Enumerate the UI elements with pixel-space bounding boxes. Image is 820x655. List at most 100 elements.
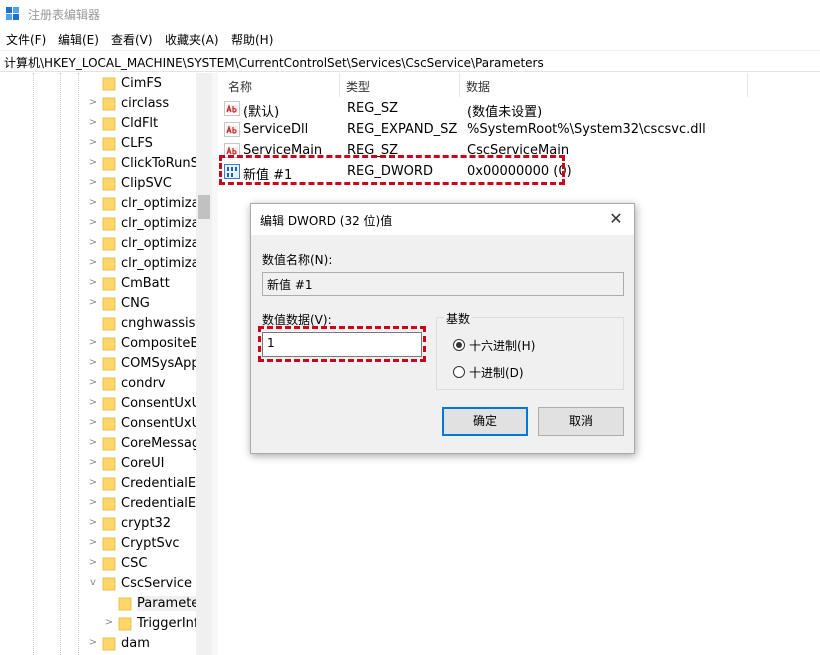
tree-item[interactable]: > COMSysApp — [0, 354, 200, 374]
column-separator[interactable] — [747, 73, 748, 97]
tree-item[interactable]: > ConsentUxUs — [0, 414, 208, 434]
tree-item[interactable]: cnghwassist — [0, 314, 201, 334]
tree-item[interactable]: > dam — [0, 634, 200, 654]
tree-item[interactable]: > clr_optimizati — [0, 234, 209, 254]
expand-chevron-icon[interactable]: > — [88, 118, 98, 128]
cancel-button[interactable]: 取消 — [538, 407, 624, 436]
tree-item-label[interactable]: ConsentUxUs — [121, 416, 208, 431]
tree-item[interactable]: v CscService — [0, 574, 200, 594]
tree-item-label[interactable]: CoreMessag — [121, 436, 200, 451]
menu-help[interactable]: 帮助(H) — [231, 31, 273, 48]
tree-item[interactable]: > CoreMessag — [0, 434, 200, 454]
hex-radio[interactable] — [453, 339, 465, 351]
decimal-radio-label[interactable]: 十进制(D) — [469, 364, 524, 381]
tree-item-label[interactable]: ClickToRunSv — [121, 156, 207, 171]
tree-item-label[interactable]: condrv — [121, 376, 166, 391]
expand-chevron-icon[interactable]: > — [104, 618, 114, 628]
tree-item[interactable]: > clr_optimizati — [0, 254, 209, 274]
tree-item-label[interactable]: CompositeBu — [121, 336, 208, 351]
tree-item[interactable]: CimFS — [0, 74, 200, 94]
tree-item[interactable]: > clr_optimizati — [0, 194, 209, 214]
tree-item[interactable]: > CmBatt — [0, 274, 200, 294]
tree-item[interactable]: > CLFS — [0, 134, 200, 154]
expand-chevron-icon[interactable]: > — [88, 418, 98, 428]
hex-radio-label[interactable]: 十六进制(H) — [469, 337, 535, 354]
tree-item-label[interactable]: crypt32 — [121, 516, 171, 531]
tree-item[interactable]: > CredentialEn — [0, 474, 205, 494]
tree-item-label[interactable]: cnghwassist — [121, 316, 201, 331]
expand-chevron-icon[interactable]: > — [88, 458, 98, 468]
key-tree-pane[interactable]: CimFS > circlass > CldFlt > CLFS > ClickToRunSv >… — [0, 73, 212, 655]
tree-item-label[interactable]: dam — [121, 636, 150, 651]
tree-scrollbar-thumb[interactable] — [198, 195, 210, 219]
decimal-radio[interactable] — [453, 366, 465, 378]
tree-item[interactable]: > TriggerInf — [0, 614, 200, 634]
tree-item[interactable]: > CoreUI — [0, 454, 200, 474]
expand-chevron-icon[interactable]: > — [88, 178, 98, 188]
tree-item-label[interactable]: CredentialEn — [121, 496, 204, 511]
expand-chevron-icon[interactable]: > — [88, 158, 98, 168]
expand-chevron-icon[interactable]: > — [88, 498, 98, 508]
value-row[interactable]: (默认) REG_SZ (数值未设置) — [218, 98, 820, 120]
expand-chevron-icon[interactable]: > — [88, 238, 98, 248]
tree-item[interactable]: > circlass — [0, 94, 200, 114]
column-type[interactable]: 类型 — [346, 78, 370, 95]
expand-chevron-icon[interactable]: > — [88, 638, 98, 648]
tree-item[interactable]: > clr_optimizati — [0, 214, 209, 234]
ok-button[interactable]: 确定 — [442, 407, 528, 436]
tree-item-label[interactable]: CoreUI — [121, 456, 164, 471]
tree-item-label[interactable]: CLFS — [121, 136, 153, 151]
tree-item-label[interactable]: CSC — [121, 556, 147, 571]
tree-item[interactable]: > CryptSvc — [0, 534, 200, 554]
tree-item[interactable]: > CompositeBu — [0, 334, 208, 354]
tree-item[interactable]: > CldFlt — [0, 114, 200, 134]
expand-chevron-icon[interactable]: > — [88, 338, 98, 348]
tree-item-label[interactable]: TriggerInf — [137, 616, 198, 631]
tree-item-label[interactable]: CldFlt — [121, 116, 158, 131]
expand-chevron-icon[interactable]: > — [88, 298, 98, 308]
tree-item-label[interactable]: Parameter — [137, 596, 205, 611]
column-name[interactable]: 名称 — [228, 78, 252, 95]
expand-chevron-icon[interactable]: > — [88, 378, 98, 388]
tree-item-label[interactable]: COMSysApp — [121, 356, 200, 371]
expand-chevron-icon[interactable]: > — [88, 398, 98, 408]
tree-item[interactable]: > ClickToRunSv — [0, 154, 207, 174]
column-data[interactable]: 数据 — [466, 78, 490, 95]
tree-item-label[interactable]: circlass — [121, 96, 169, 111]
expand-chevron-icon[interactable]: > — [88, 138, 98, 148]
expand-chevron-icon[interactable]: > — [88, 478, 98, 488]
tree-item[interactable]: > condrv — [0, 374, 200, 394]
column-separator[interactable] — [339, 73, 340, 97]
expand-chevron-icon[interactable]: > — [88, 438, 98, 448]
column-separator[interactable] — [459, 73, 460, 97]
menu-file[interactable]: 文件(F) — [6, 31, 46, 48]
tree-item[interactable]: Parameter — [0, 594, 205, 614]
tree-item-label[interactable]: ClipSVC — [121, 176, 172, 191]
close-icon[interactable]: ✕ — [606, 209, 626, 229]
expand-chevron-icon[interactable]: > — [88, 258, 98, 268]
tree-item[interactable]: > CSC — [0, 554, 200, 574]
tree-item-label[interactable]: CimFS — [121, 76, 162, 91]
tree-item-label[interactable]: CNG — [121, 296, 150, 311]
menu-favorites[interactable]: 收藏夹(A) — [165, 31, 219, 48]
tree-item-label[interactable]: CryptSvc — [121, 536, 180, 551]
tree-item[interactable]: > ClipSVC — [0, 174, 200, 194]
tree-item-label[interactable]: CmBatt — [121, 276, 170, 291]
expand-chevron-icon[interactable]: > — [88, 538, 98, 548]
address-bar[interactable]: 计算机\HKEY_LOCAL_MACHINE\SYSTEM\CurrentCon… — [0, 50, 820, 72]
tree-item[interactable]: > CNG — [0, 294, 200, 314]
expand-chevron-icon[interactable]: > — [88, 518, 98, 528]
value-row[interactable]: ServiceDll REG_EXPAND_SZ %SystemRoot%\Syst… — [218, 119, 820, 140]
expand-chevron-icon[interactable]: > — [88, 278, 98, 288]
tree-scrollbar[interactable] — [196, 73, 212, 655]
expand-chevron-icon[interactable]: > — [88, 358, 98, 368]
expand-chevron-icon[interactable]: > — [88, 198, 98, 208]
collapse-chevron-icon[interactable]: v — [88, 578, 98, 588]
tree-item[interactable]: > ConsentUxUs — [0, 394, 208, 414]
menu-edit[interactable]: 编辑(E) — [58, 31, 99, 48]
tree-item-label[interactable]: CredentialEn — [121, 476, 204, 491]
expand-chevron-icon[interactable]: > — [88, 218, 98, 228]
expand-chevron-icon[interactable]: > — [88, 98, 98, 108]
tree-item[interactable]: > crypt32 — [0, 514, 200, 534]
tree-item-label[interactable]: CscService — [121, 576, 192, 591]
